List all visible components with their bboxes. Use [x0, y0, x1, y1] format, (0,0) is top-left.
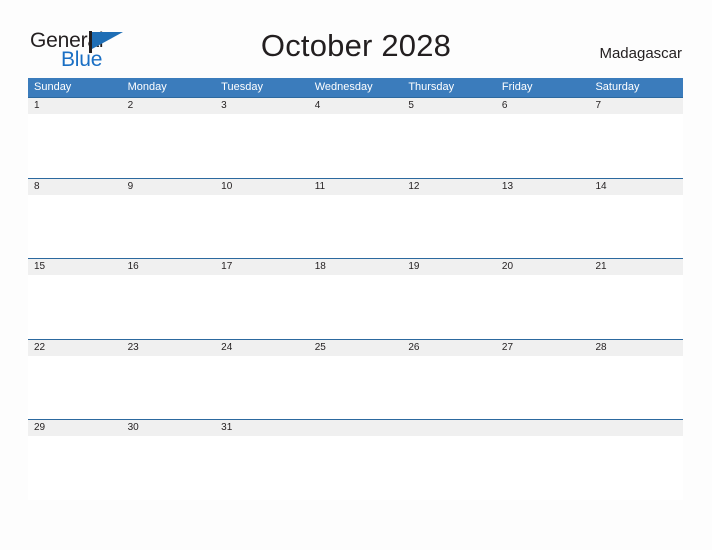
day-number-empty — [589, 420, 683, 436]
weekday-header-sunday: Sunday — [34, 81, 72, 93]
day-number[interactable]: 10 — [215, 179, 309, 195]
day-number[interactable]: 27 — [496, 340, 590, 356]
day-number[interactable]: 30 — [122, 420, 216, 436]
day-number[interactable]: 11 — [309, 179, 403, 195]
weekday-header-thursday: Thursday — [408, 81, 455, 93]
week-date-strip: 1 2 3 4 5 6 7 — [28, 98, 683, 114]
week-event-area[interactable] — [28, 194, 683, 259]
day-number[interactable]: 19 — [402, 259, 496, 275]
weekday-header-wednesday: Wednesday — [314, 81, 373, 93]
day-number[interactable]: 8 — [28, 179, 122, 195]
day-number[interactable]: 25 — [309, 340, 403, 356]
weekday-header-monday: Monday — [127, 81, 167, 93]
day-number-empty — [309, 420, 403, 436]
weekday-header-saturday: Saturday — [595, 81, 640, 93]
day-number[interactable]: 2 — [122, 98, 216, 114]
day-number[interactable]: 20 — [496, 259, 590, 275]
day-number[interactable]: 4 — [309, 98, 403, 114]
day-number[interactable]: 9 — [122, 179, 216, 195]
day-number[interactable]: 3 — [215, 98, 309, 114]
weekday-header-friday: Friday — [501, 81, 533, 93]
day-number[interactable]: 23 — [122, 340, 216, 356]
day-number[interactable]: 24 — [215, 340, 309, 356]
day-number[interactable]: 21 — [589, 259, 683, 275]
week-row: 8 9 10 11 12 13 14 — [28, 177, 683, 259]
day-number[interactable]: 1 — [28, 98, 122, 114]
day-number[interactable]: 6 — [496, 98, 590, 114]
day-number[interactable]: 28 — [589, 340, 683, 356]
day-number[interactable]: 5 — [402, 98, 496, 114]
weekday-header-row: Sunday Monday Tuesday Wednesday Thursday… — [28, 78, 683, 97]
day-number-empty — [496, 420, 590, 436]
week-row: 22 23 24 25 26 27 28 — [28, 338, 683, 420]
day-number[interactable]: 18 — [309, 259, 403, 275]
day-number[interactable]: 17 — [215, 259, 309, 275]
day-number[interactable]: 15 — [28, 259, 122, 275]
country-label: Madagascar — [599, 45, 682, 62]
week-date-strip: 8 9 10 11 12 13 14 — [28, 178, 683, 195]
week-event-area[interactable] — [28, 355, 683, 420]
day-number[interactable]: 22 — [28, 340, 122, 356]
day-number[interactable]: 7 — [589, 98, 683, 114]
week-date-strip: 22 23 24 25 26 27 28 — [28, 339, 683, 356]
week-date-strip: 15 16 17 18 19 20 21 — [28, 259, 683, 275]
day-number[interactable]: 26 — [402, 340, 496, 356]
day-number[interactable]: 14 — [589, 179, 683, 195]
page-header: General Blue October 2028 Madagascar — [0, 0, 712, 78]
week-row: 15 16 17 18 19 20 21 — [28, 258, 683, 339]
day-number[interactable]: 16 — [122, 259, 216, 275]
day-number[interactable]: 13 — [496, 179, 590, 195]
week-row: 29 30 31 — [28, 419, 683, 500]
week-event-area[interactable] — [28, 436, 683, 500]
weekday-header-tuesday: Tuesday — [221, 81, 263, 93]
day-number[interactable]: 12 — [402, 179, 496, 195]
week-date-strip: 29 30 31 — [28, 420, 683, 436]
day-number[interactable]: 29 — [28, 420, 122, 436]
calendar-grid: Sunday Monday Tuesday Wednesday Thursday… — [28, 78, 683, 500]
week-event-area[interactable] — [28, 114, 683, 178]
week-event-area[interactable] — [28, 275, 683, 339]
week-row: 1 2 3 4 5 6 7 — [28, 97, 683, 178]
day-number-empty — [402, 420, 496, 436]
day-number[interactable]: 31 — [215, 420, 309, 436]
